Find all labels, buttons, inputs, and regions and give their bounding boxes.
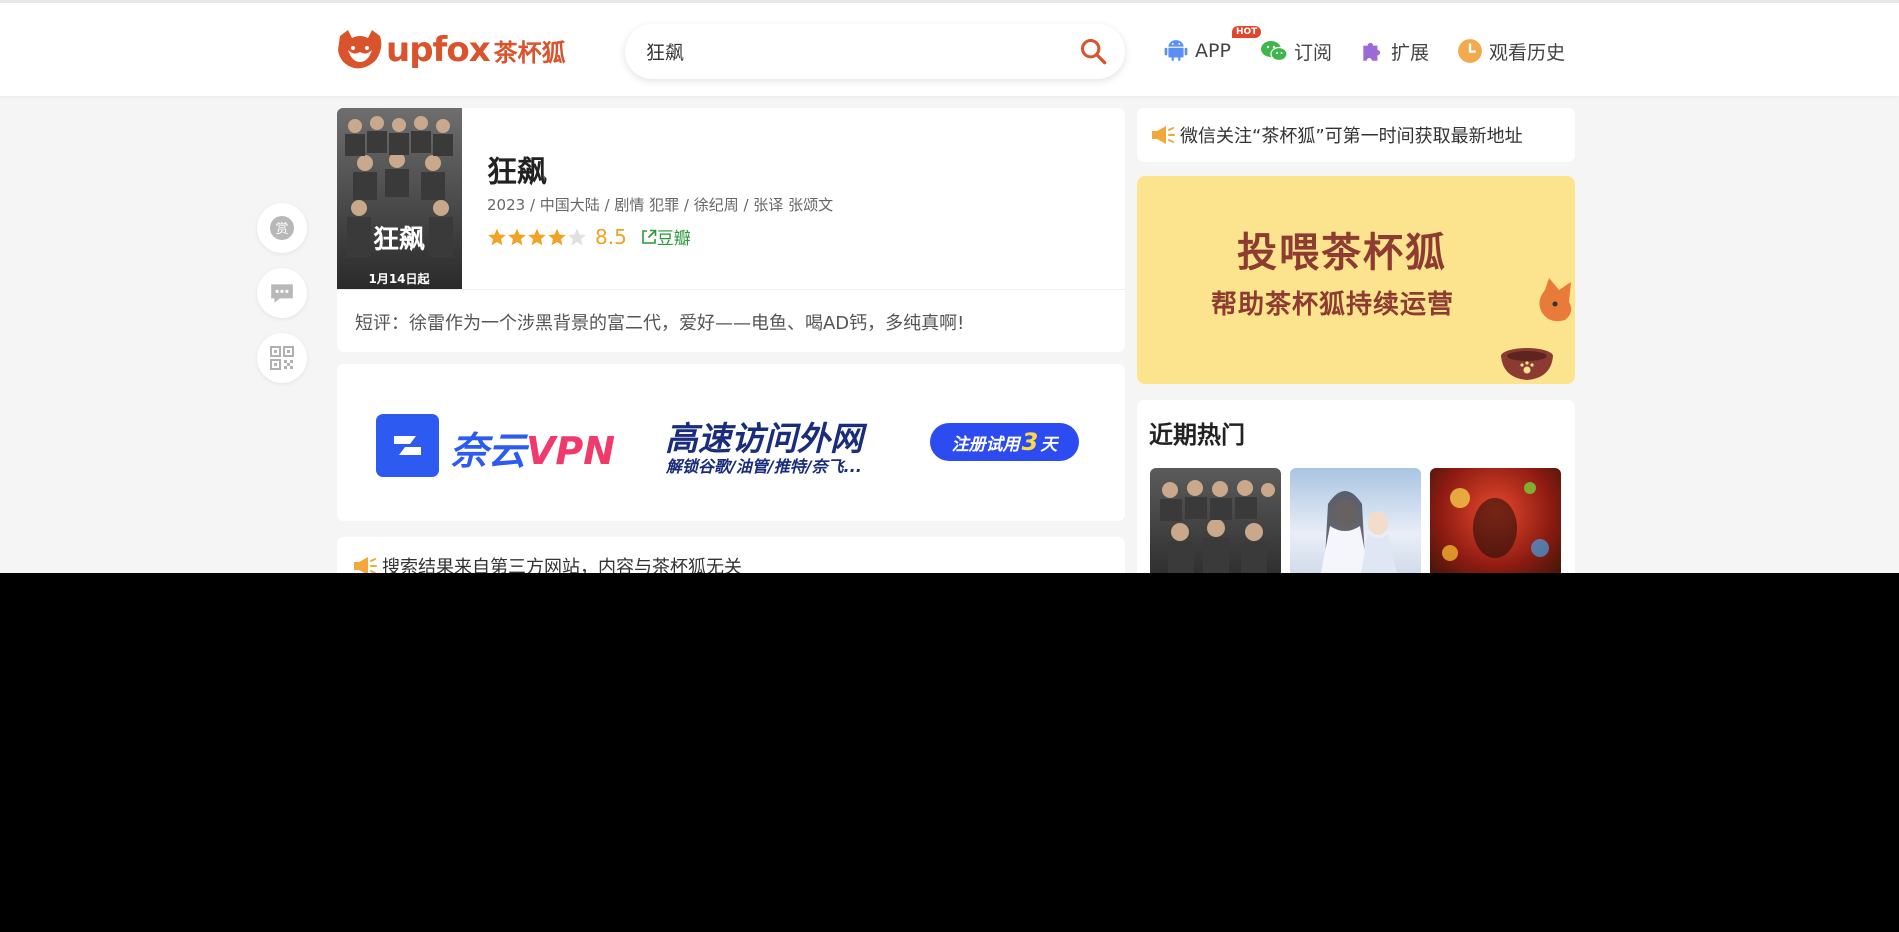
black-overlay — [0, 573, 1899, 932]
movie-title: 狂飙 — [487, 155, 547, 190]
star-full-icon — [488, 228, 506, 245]
wechat-notice: 微信关注“茶杯狐”可第一时间获取最新地址 — [1150, 122, 1523, 148]
search-input[interactable] — [644, 39, 1068, 64]
search-icon[interactable] — [1079, 37, 1107, 65]
qrcode-button[interactable] — [257, 333, 307, 383]
vpn-cta-button[interactable]: 注册试用 3 天 — [930, 423, 1079, 461]
vpn-cta-prefix: 注册试用 — [951, 434, 1020, 455]
hot-item-thumbnail[interactable] — [1150, 468, 1281, 578]
donate-line1: 投喂茶杯狐 — [1237, 230, 1447, 276]
wechat-notice-text: 微信关注“茶杯狐”可第一时间获取最新地址 — [1180, 126, 1523, 147]
star-full-icon — [508, 228, 526, 245]
nav-app[interactable]: APP HOT — [1163, 26, 1262, 69]
hot-section-title: 近期热门 — [1149, 421, 1245, 449]
vpn-cta-suffix: 天 — [1040, 434, 1058, 455]
android-icon — [1164, 40, 1188, 61]
nav-extension-label: 扩展 — [1391, 41, 1430, 64]
card-divider — [337, 289, 1125, 290]
external-link-icon — [642, 229, 657, 244]
site-header: upfox 茶杯狐 APP HOT 订阅 扩展 — [0, 3, 1899, 96]
hot-item-image — [1320, 491, 1398, 578]
clock-icon — [1458, 39, 1482, 63]
vpn-subline: 解锁谷歌/油管/推特/奈飞... — [666, 457, 862, 476]
donate-line2: 帮助茶杯狐持续运营 — [1211, 290, 1455, 320]
poster-caption: 1月14日起 — [368, 271, 430, 286]
site-logo[interactable]: upfox 茶杯狐 — [336, 25, 566, 75]
poster-image: 狂飙 1月14日起 — [337, 108, 462, 289]
logo-text: upfox — [386, 30, 491, 70]
nav-history-label: 观看历史 — [1489, 41, 1566, 64]
poster-title: 狂飙 — [373, 225, 425, 255]
hot-item-image — [1160, 480, 1275, 578]
nav-app-label: APP — [1195, 40, 1231, 62]
nav-subscribe-label: 订阅 — [1294, 41, 1333, 64]
nav-subscribe[interactable]: 订阅 — [1260, 33, 1332, 69]
nav-history[interactable]: 观看历史 — [1457, 33, 1565, 69]
movie-meta: 2023 / 中国大陆 / 剧情 犯罪 / 徐纪周 / 张译 张颂文 — [487, 196, 834, 214]
donate-banner[interactable]: 投喂茶杯狐 帮助茶杯狐持续运营 — [1137, 176, 1575, 384]
comment-button[interactable] — [257, 268, 307, 318]
hot-item-image — [1442, 482, 1549, 561]
movie-poster[interactable]: 狂飙 1月14日起 — [337, 108, 462, 289]
douban-label: 豆瓣 — [656, 229, 691, 249]
vpn-brand-prefix: 奈云 — [450, 429, 527, 473]
star-full-icon — [528, 228, 546, 245]
vpn-cta-number: 3 — [1021, 428, 1039, 456]
douban-link[interactable]: 豆瓣 — [641, 224, 691, 249]
qrcode-icon — [270, 346, 294, 370]
movie-score: 8.5 — [595, 224, 627, 249]
wechat-icon — [1261, 41, 1288, 62]
megaphone-icon — [1152, 126, 1175, 144]
nav-extension[interactable]: 扩展 — [1359, 33, 1429, 69]
star-full-icon — [548, 228, 566, 245]
movie-review: 短评：徐雷作为一个涉黑背景的富二代，爱好——电鱼、喝AD钙，多纯真啊! — [355, 313, 965, 334]
hot-item-thumbnail[interactable] — [1430, 468, 1561, 578]
reward-button[interactable]: 赏 — [257, 203, 307, 253]
fox-logo-icon — [338, 30, 382, 69]
logo-cn-text: 茶杯狐 — [493, 38, 566, 67]
star-empty-icon — [568, 228, 586, 245]
hot-item-thumbnail[interactable] — [1290, 468, 1421, 578]
search-bar — [625, 24, 1125, 79]
hot-badge: HOT — [1232, 26, 1262, 38]
reward-icon: 赏 — [270, 216, 294, 240]
puzzle-icon — [1363, 42, 1381, 61]
vpn-brand: 奈云VPN — [450, 420, 615, 475]
fox-bowl-icon — [1501, 278, 1572, 380]
reward-icon-text: 赏 — [275, 222, 288, 237]
vpn-logo-icon — [376, 414, 439, 477]
chat-bubble-icon — [271, 284, 293, 303]
vpn-brand-suffix: VPN — [526, 429, 616, 473]
movie-rating: 8.5 豆瓣 — [487, 224, 691, 249]
